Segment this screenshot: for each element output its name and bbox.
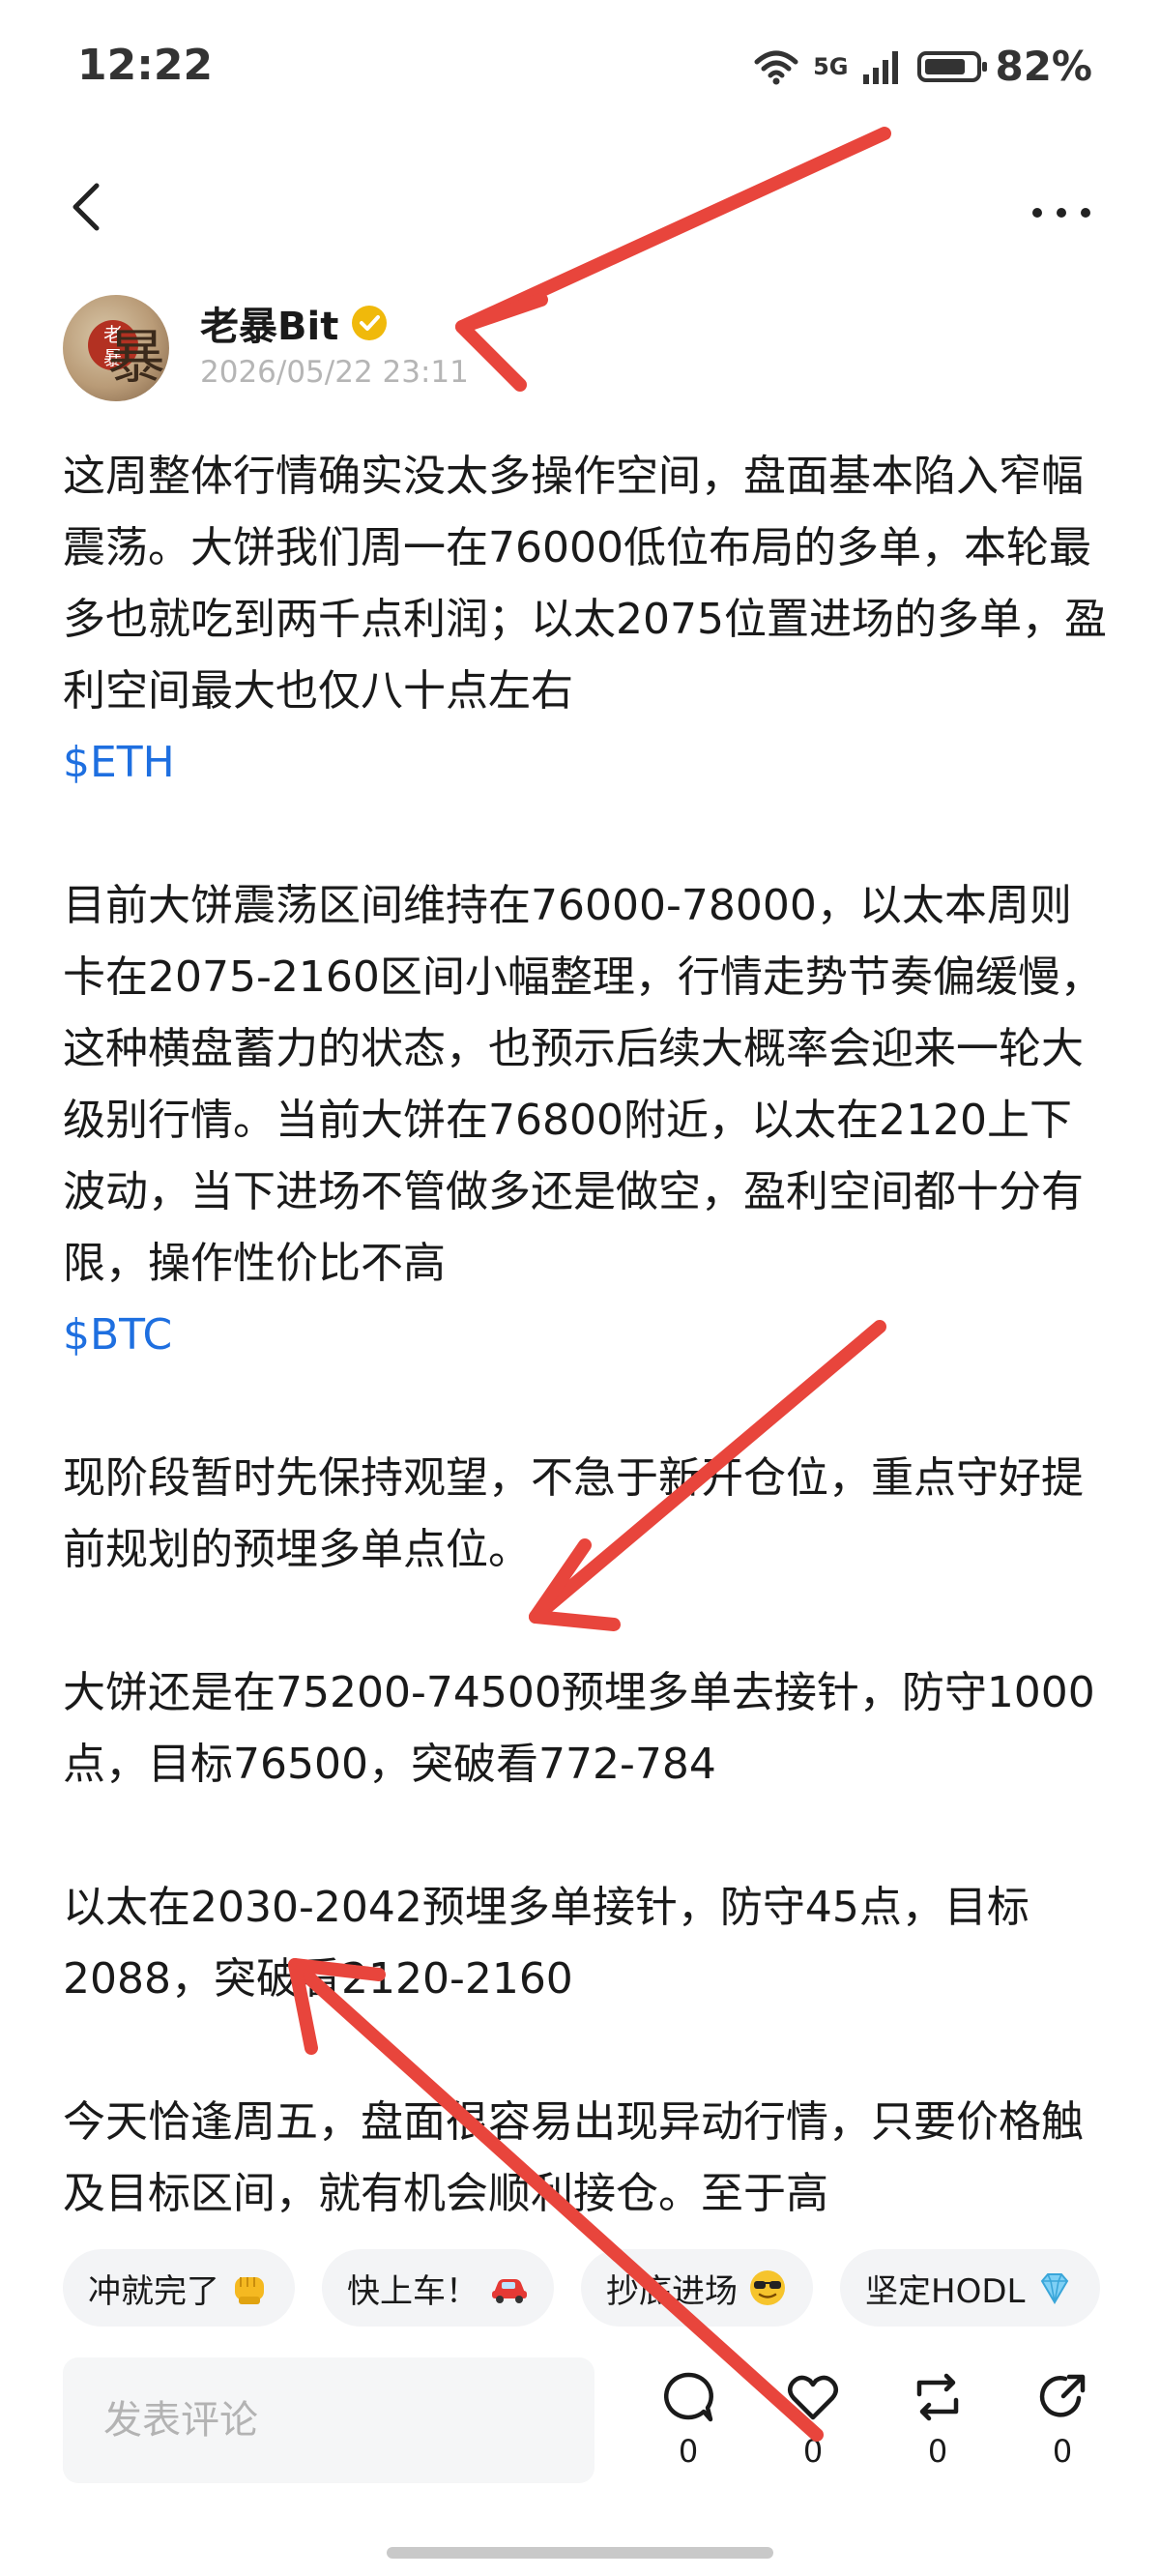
reaction-chip[interactable]: 抄底进场 [581, 2249, 813, 2327]
repost-count: 0 [927, 2433, 948, 2470]
quick-reactions: 冲就完了 快上车！ 抄底进场 坚定HODL [63, 2249, 1160, 2327]
diamond-icon [1041, 2273, 1069, 2304]
chevron-left-icon [72, 183, 100, 231]
post-paragraph: 以太在2030-2042预埋多单接针，防守45点，目标2088，突破看2120-… [63, 1872, 1107, 2015]
comment-input[interactable] [63, 2357, 594, 2483]
reaction-label: 冲就完了 [88, 2271, 219, 2311]
share-icon [1039, 2374, 1086, 2417]
repost-button[interactable]: 0 [899, 2369, 976, 2470]
heart-icon [788, 2375, 838, 2420]
battery-percent: 82% [995, 43, 1092, 90]
back-button[interactable] [60, 178, 118, 236]
paragraph-text: 目前大饼震荡区间维持在76000-78000，以太本周则卡在2075-2160区… [63, 881, 1103, 1288]
network-type: 5G [813, 52, 849, 80]
paragraph-text: 以太在2030-2042预埋多单接针，防守45点，目标2088，突破看2120-… [63, 1883, 1030, 2004]
status-icons: 5G 82% [753, 43, 1092, 90]
paragraph-text: 这周整体行情确实没太多操作空间，盘面基本陷入窄幅震荡。大饼我们周一在76000低… [63, 452, 1107, 716]
status-bar: 12:22 5G 82% [0, 0, 1160, 145]
verified-badge-icon [352, 306, 388, 340]
comment-button[interactable]: 0 [650, 2369, 727, 2470]
paragraph-text: 大饼还是在75200-74500预埋多单去接针，防守1000点，目标76500，… [63, 1668, 1095, 1789]
author-name-row[interactable]: 老暴Bit [200, 295, 388, 351]
post-body: 这周整体行情确实没太多操作空间，盘面基本陷入窄幅震荡。大饼我们周一在76000低… [63, 441, 1107, 2212]
sunglasses-icon [750, 2270, 785, 2305]
signal-icon [863, 50, 899, 84]
reaction-chip[interactable]: 快上车！ [322, 2249, 554, 2327]
reaction-label: 抄底进场 [606, 2271, 738, 2311]
like-button[interactable]: 0 [774, 2369, 852, 2470]
car-icon [492, 2279, 527, 2303]
home-indicator[interactable] [387, 2547, 773, 2559]
paragraph-text: 现阶段暂时先保持观望，不急于新开仓位，重点守好提前规划的预埋多单点位。 [63, 1453, 1084, 1574]
more-icon [1032, 208, 1090, 218]
reaction-label: 坚定HODL [865, 2271, 1026, 2311]
share-button[interactable]: 0 [1024, 2369, 1101, 2470]
post-paragraph: 大饼还是在75200-74500预埋多单去接针，防守1000点，目标76500，… [63, 1657, 1107, 1800]
status-time: 12:22 [77, 41, 214, 90]
battery-icon [917, 50, 988, 82]
reaction-chip[interactable]: 坚定HODL [840, 2249, 1101, 2327]
post-paragraph: 目前大饼震荡区间维持在76000-78000，以太本周则卡在2075-2160区… [63, 870, 1107, 1371]
punch-icon [235, 2277, 264, 2304]
repost-icon [916, 2373, 959, 2421]
comment-count: 0 [678, 2433, 699, 2470]
author-header: 老暴 暴 老暴Bit 2026/05/22 23:11 [63, 295, 1030, 401]
wifi-icon [754, 50, 798, 84]
like-count: 0 [802, 2433, 824, 2470]
avatar-brush: 暴 [107, 324, 165, 392]
coin-tag-btc[interactable]: $BTC [63, 1300, 1107, 1371]
post-paragraph: 今天恰逢周五，盘面很容易出现异动行情，只要价格触及目标区间，就有机会顺利接仓。至… [63, 2087, 1107, 2212]
post-paragraph: 这周整体行情确实没太多操作空间，盘面基本陷入窄幅震荡。大饼我们周一在76000低… [63, 441, 1107, 799]
author-name: 老暴Bit [200, 305, 339, 349]
post-timestamp: 2026/05/22 23:11 [200, 355, 469, 390]
share-count: 0 [1052, 2433, 1073, 2470]
reaction-label: 快上车！ [347, 2271, 478, 2311]
more-button[interactable] [1030, 193, 1092, 220]
top-nav [0, 164, 1160, 251]
comment-icon [663, 2372, 713, 2422]
paragraph-text: 今天恰逢周五，盘面很容易出现异动行情，只要价格触及目标区间，就有机会顺利接仓。至… [63, 2097, 1084, 2212]
avatar[interactable]: 老暴 暴 [63, 295, 169, 401]
post-paragraph: 现阶段暂时先保持观望，不急于新开仓位，重点守好提前规划的预埋多单点位。 [63, 1443, 1107, 1586]
coin-tag-eth[interactable]: $ETH [63, 727, 1107, 799]
reaction-chip[interactable]: 冲就完了 [63, 2249, 295, 2327]
battery-level [925, 58, 966, 74]
